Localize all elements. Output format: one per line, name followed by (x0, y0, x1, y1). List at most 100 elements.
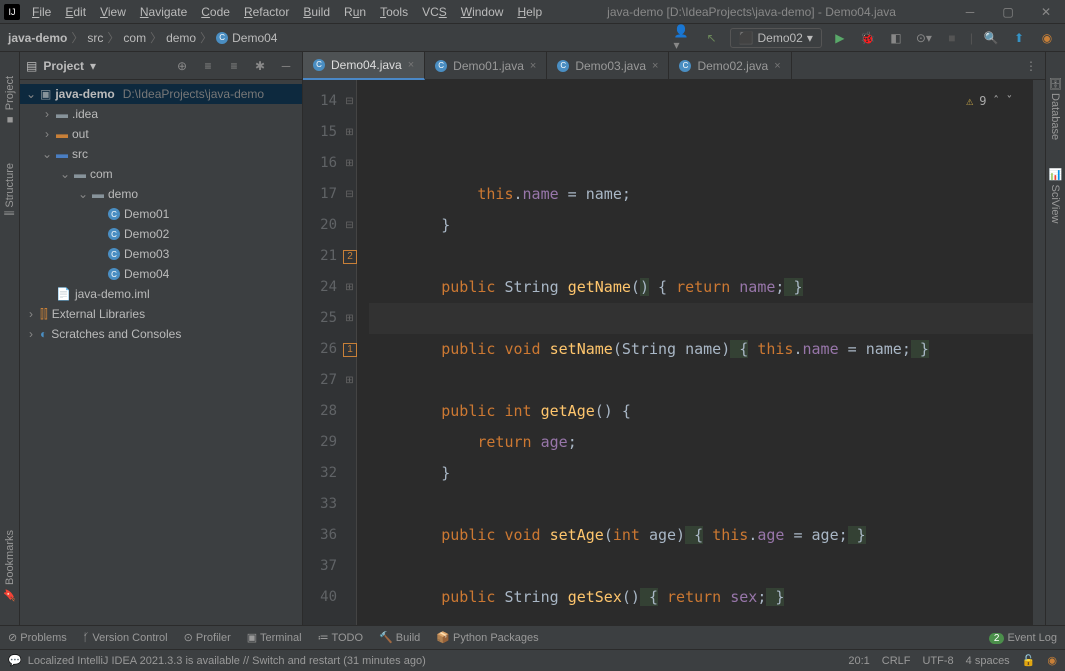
tab-demo04[interactable]: CDemo04.java× (303, 52, 425, 80)
tool-bookmarks-tab[interactable]: 🔖 Bookmarks (1, 526, 18, 606)
notification-icon[interactable]: 💬 (8, 654, 22, 667)
tool-python-packages[interactable]: 📦 Python Packages (436, 631, 538, 644)
warning-icon: ⚠ (966, 86, 973, 117)
stop-button[interactable]: ■ (942, 28, 962, 48)
status-message[interactable]: Localized IntelliJ IDEA 2021.3.3 is avai… (28, 655, 426, 667)
menu-navigate[interactable]: Navigate (134, 3, 193, 21)
fold-gutter[interactable]: ⊟ ⊞ ⊞ ⊟ ⊟2⊞ ⊞1⊞ (343, 80, 357, 625)
tree-src[interactable]: ⌄▬src (20, 144, 302, 164)
inspection-widget[interactable]: ⚠ 9 ˆ ˇ (966, 86, 1013, 117)
menu-vcs[interactable]: VCS (416, 3, 453, 21)
tab-demo02[interactable]: CDemo02.java× (669, 52, 791, 80)
tool-terminal[interactable]: ▣ Terminal (247, 631, 302, 644)
tool-todo[interactable]: ≔ TODO (318, 631, 363, 644)
code-editor[interactable]: ⚠ 9 ˆ ˇ this.name = name; } public Strin… (357, 80, 1033, 625)
tab-demo01[interactable]: CDemo01.java× (425, 52, 547, 80)
menu-window[interactable]: Window (455, 3, 510, 21)
menu-edit[interactable]: Edit (59, 3, 92, 21)
menu-file[interactable]: File (26, 3, 57, 21)
crumb-class[interactable]: Demo04 (232, 31, 277, 45)
maximize-button[interactable]: ▢ (993, 5, 1023, 19)
run-button[interactable]: ▶ (830, 28, 850, 48)
tree-external-libs[interactable]: ›⫿⫿External Libraries (20, 304, 302, 324)
project-panel: ▤ Project ▾ ⊕ ≡ ≡ ✱ ─ ⌄▣ java-demo D:\Id… (20, 52, 303, 625)
tool-vcs[interactable]: ᚶ Version Control (83, 632, 168, 644)
panel-dropdown-icon[interactable]: ▾ (90, 59, 96, 73)
menu-tools[interactable]: Tools (374, 3, 414, 21)
main-menu: File Edit View Navigate Code Refactor Bu… (26, 3, 548, 21)
tree-class-demo02[interactable]: CDemo02 (20, 224, 302, 244)
debug-button[interactable]: 🐞 (858, 28, 878, 48)
ide-settings-icon[interactable]: ◉ (1037, 28, 1057, 48)
close-icon[interactable]: × (774, 60, 780, 72)
crumb-project[interactable]: java-demo (8, 31, 67, 45)
select-opened-file-button[interactable]: ⊕ (172, 56, 192, 76)
profile-button[interactable]: ⊙▾ (914, 28, 934, 48)
close-icon[interactable]: × (652, 60, 658, 72)
titlebar: IJ File Edit View Navigate Code Refactor… (0, 0, 1065, 24)
hide-panel-button[interactable]: ─ (276, 56, 296, 76)
tab-demo03[interactable]: CDemo03.java× (547, 52, 669, 80)
update-button[interactable]: ⬆ (1009, 28, 1029, 48)
tabs-more-button[interactable]: ⋮ (1017, 59, 1045, 73)
close-icon[interactable]: × (408, 59, 414, 71)
back-arrow-icon[interactable]: ↖ (702, 28, 722, 48)
crumb-demo[interactable]: demo (166, 31, 196, 45)
tool-project-tab[interactable]: ■ Project (2, 72, 18, 129)
indent-settings[interactable]: 4 spaces (966, 655, 1010, 667)
tree-iml[interactable]: 📄java-demo.iml (20, 284, 302, 304)
tree-class-demo04[interactable]: CDemo04 (20, 264, 302, 284)
collapse-all-button[interactable]: ≡ (224, 56, 244, 76)
run-configuration-selector[interactable]: ⬛ Demo02 ▾ (730, 28, 822, 48)
navigation-bar: java-demo 〉 src 〉 com 〉 demo 〉 C Demo04 … (0, 24, 1065, 52)
tool-profiler[interactable]: ⊙ Profiler (184, 631, 231, 644)
project-tree[interactable]: ⌄▣ java-demo D:\IdeaProjects\java-demo ›… (20, 80, 302, 625)
menu-refactor[interactable]: Refactor (238, 3, 295, 21)
tree-demo[interactable]: ⌄▬demo (20, 184, 302, 204)
line-separator[interactable]: CRLF (882, 655, 911, 667)
tool-database-tab[interactable]: 🗄 Database (1047, 72, 1064, 144)
tool-sciview-tab[interactable]: 📊 SciView (1047, 164, 1064, 227)
tree-root[interactable]: ⌄▣ java-demo D:\IdeaProjects\java-demo (20, 84, 302, 104)
menu-run[interactable]: Run (338, 3, 372, 21)
tool-build[interactable]: 🔨 Build (379, 631, 420, 644)
line-number-gutter[interactable]: 1415161720212425262728293233363740 (303, 80, 343, 625)
close-button[interactable]: ✕ (1031, 5, 1061, 19)
file-encoding[interactable]: UTF-8 (922, 655, 953, 667)
readonly-lock-icon[interactable]: 🔓 (1022, 654, 1036, 667)
editor-area: CDemo04.java× CDemo01.java× CDemo03.java… (303, 52, 1045, 625)
close-icon[interactable]: × (530, 60, 536, 72)
right-tool-stripe: 🗄 Database 📊 SciView (1045, 52, 1065, 625)
prev-highlight-button[interactable]: ˆ (993, 86, 1000, 117)
tree-com[interactable]: ⌄▬com (20, 164, 302, 184)
user-icon[interactable]: 👤▾ (674, 28, 694, 48)
status-bar: 💬 Localized IntelliJ IDEA 2021.3.3 is av… (0, 649, 1065, 671)
tree-idea[interactable]: ›▬.idea (20, 104, 302, 124)
crumb-com[interactable]: com (123, 31, 146, 45)
caret-position[interactable]: 20:1 (848, 655, 869, 667)
bottom-tool-stripe: ⊘ Problems ᚶ Version Control ⊙ Profiler … (0, 625, 1065, 649)
tree-class-demo03[interactable]: CDemo03 (20, 244, 302, 264)
event-log-button[interactable]: 2 Event Log (989, 632, 1057, 644)
tree-scratches[interactable]: ›◐Scratches and Consoles (20, 324, 302, 344)
tool-structure-tab[interactable]: ⫼ Structure (2, 159, 18, 220)
menu-view[interactable]: View (94, 3, 132, 21)
panel-title: Project (43, 59, 84, 73)
expand-all-button[interactable]: ≡ (198, 56, 218, 76)
coverage-button[interactable]: ◧ (886, 28, 906, 48)
project-view-icon: ▤ (26, 59, 37, 73)
tree-class-demo01[interactable]: CDemo01 (20, 204, 302, 224)
error-stripe[interactable] (1033, 80, 1045, 625)
memory-indicator-icon[interactable]: ◉ (1047, 654, 1057, 667)
menu-code[interactable]: Code (195, 3, 236, 21)
panel-settings-button[interactable]: ✱ (250, 56, 270, 76)
menu-build[interactable]: Build (297, 3, 336, 21)
next-highlight-button[interactable]: ˇ (1006, 86, 1013, 117)
search-everywhere-button[interactable]: 🔍 (981, 28, 1001, 48)
crumb-src[interactable]: src (87, 31, 103, 45)
left-tool-stripe: ■ Project ⫼ Structure 🔖 Bookmarks (0, 52, 20, 625)
menu-help[interactable]: Help (511, 3, 548, 21)
tool-problems[interactable]: ⊘ Problems (8, 631, 67, 644)
minimize-button[interactable]: ─ (955, 5, 985, 19)
tree-out[interactable]: ›▬out (20, 124, 302, 144)
